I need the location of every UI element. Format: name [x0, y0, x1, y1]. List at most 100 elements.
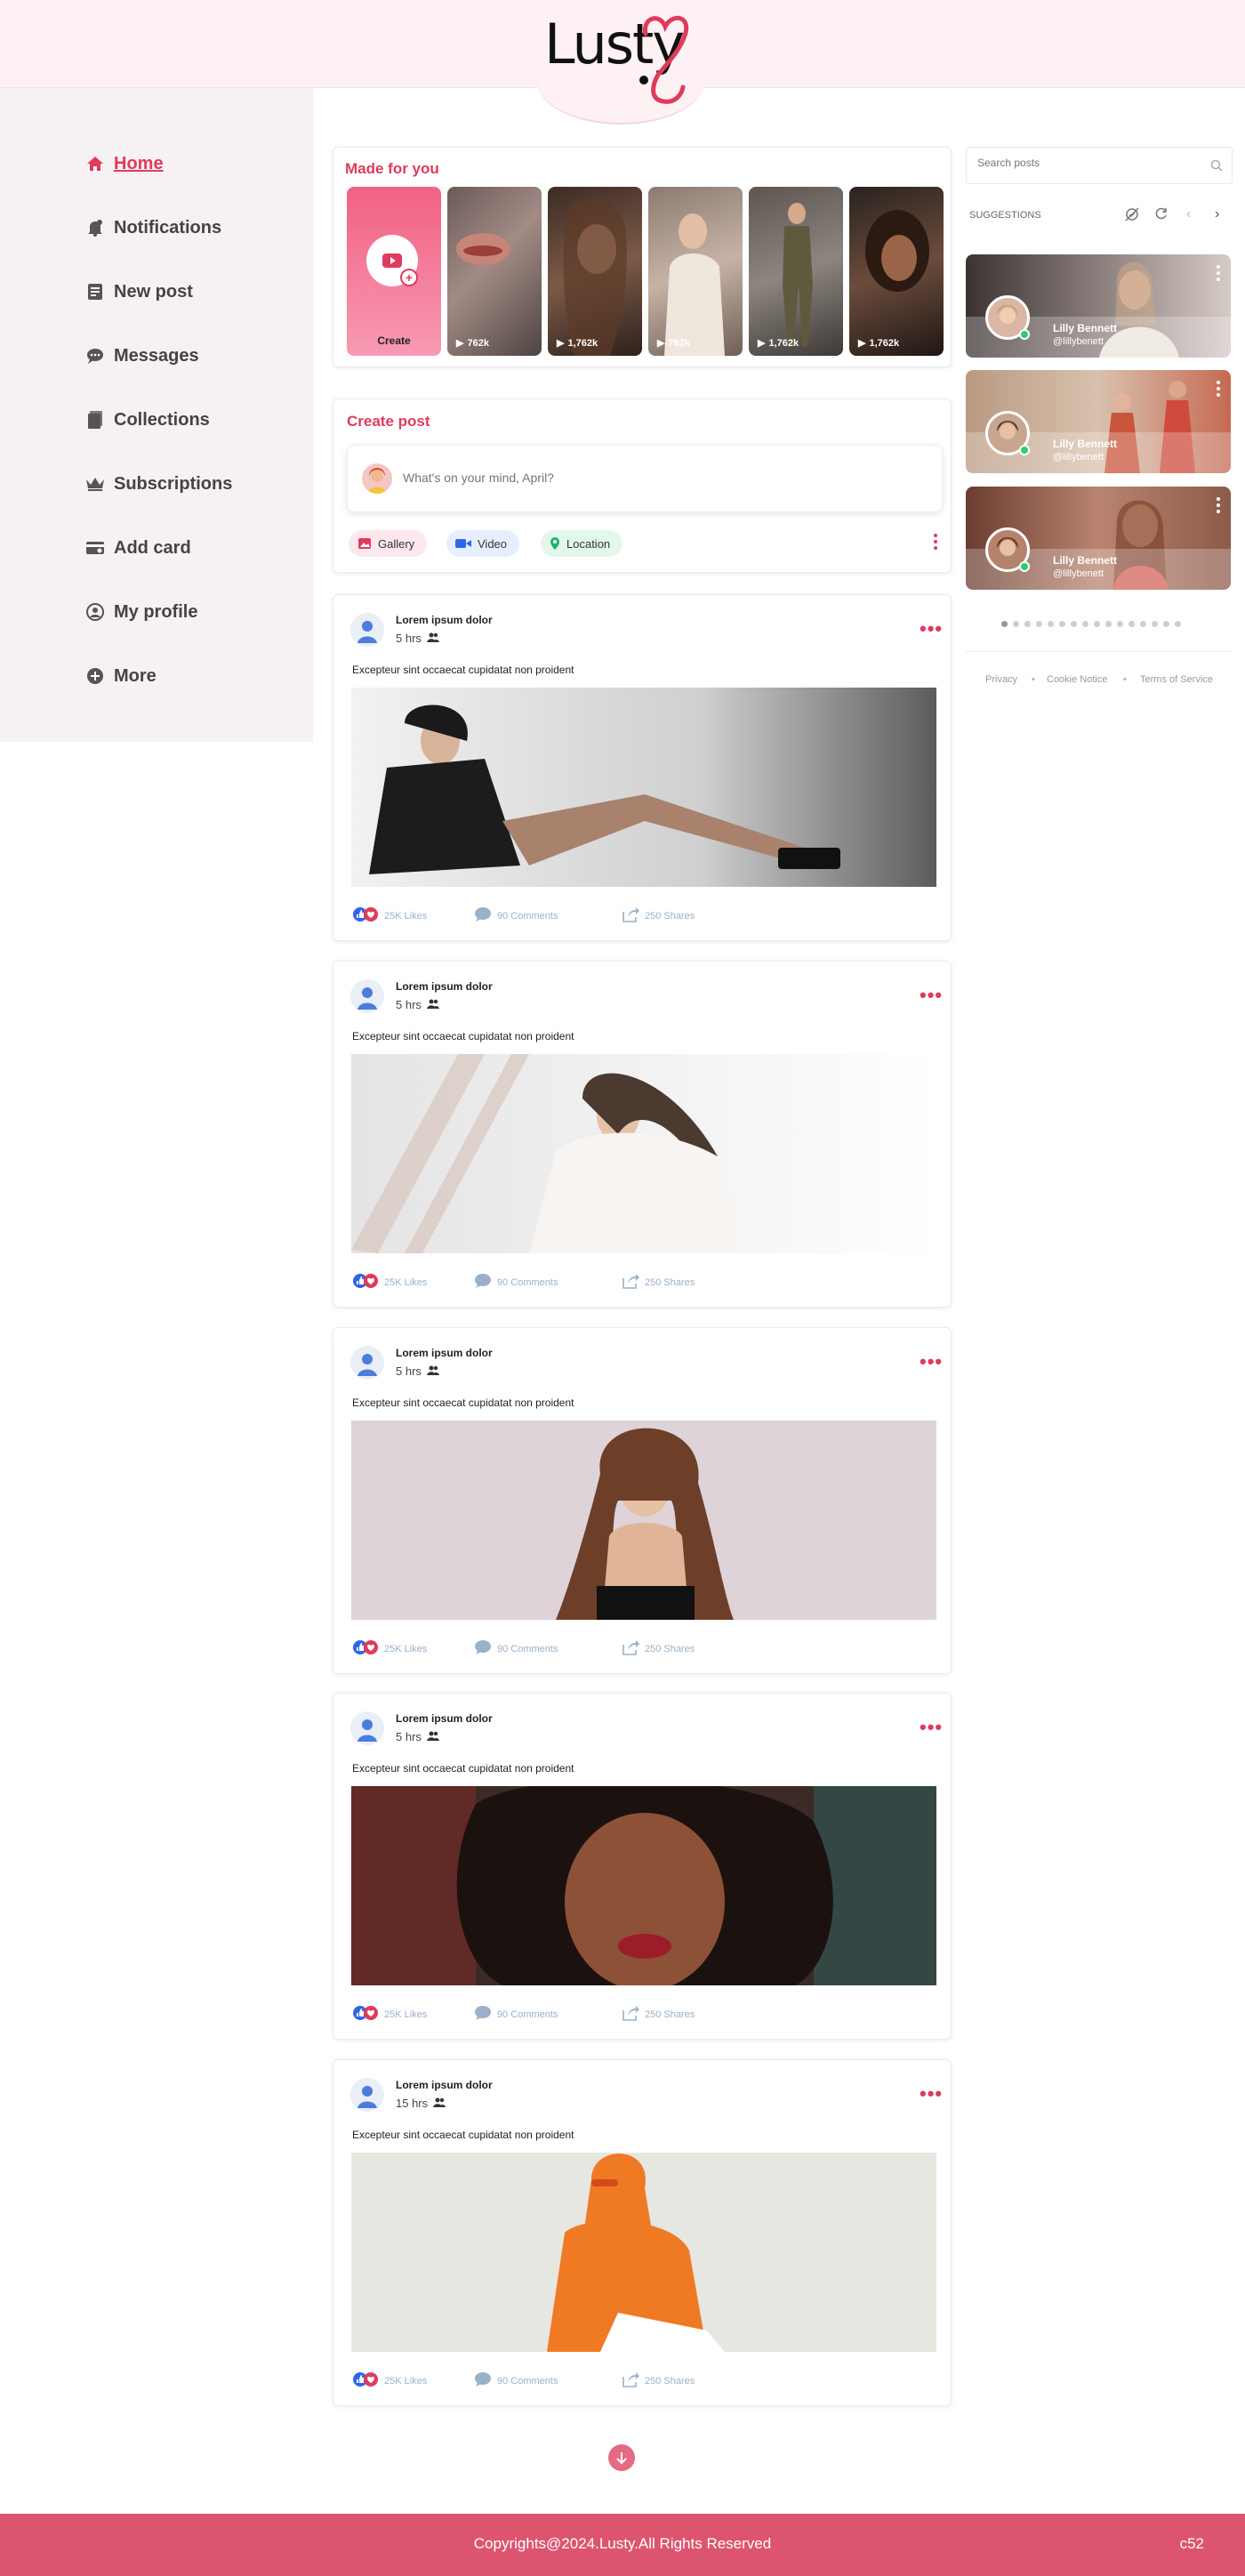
likes-button[interactable]: 25K Likes — [352, 2371, 427, 2390]
shares-button[interactable]: 250 Shares — [622, 906, 695, 925]
suggestion-card[interactable]: Lilly Bennett @lillybenett — [966, 487, 1231, 590]
shares-button[interactable]: 250 Shares — [622, 1639, 695, 1658]
pager-dot[interactable] — [1117, 621, 1123, 627]
like-reaction-icon — [352, 2371, 379, 2390]
chevron-left-icon[interactable]: ‹ — [1186, 206, 1191, 222]
post-menu-icon[interactable]: ••• — [920, 619, 943, 639]
pager-dot[interactable] — [1105, 621, 1112, 627]
terms-link[interactable]: Terms of Service — [1140, 674, 1213, 685]
pager-dot[interactable] — [1036, 621, 1042, 627]
sidebar-item-notifications[interactable]: Notifications — [85, 214, 221, 241]
pager-dot[interactable] — [1163, 621, 1169, 627]
post-author[interactable]: Lorem ipsum dolor — [396, 2079, 493, 2091]
avatar[interactable] — [350, 979, 384, 1013]
share-icon — [622, 1273, 639, 1292]
avatar — [362, 463, 392, 494]
chevron-right-icon[interactable]: › — [1215, 206, 1219, 222]
comments-button[interactable]: 90 Comments — [474, 2005, 558, 2024]
post-image[interactable] — [351, 1786, 936, 1985]
friends-icon — [426, 632, 439, 645]
post-author[interactable]: Lorem ipsum dolor — [396, 614, 493, 626]
pager-dot[interactable] — [1082, 621, 1088, 627]
likes-button[interactable]: 25K Likes — [352, 906, 427, 925]
sidebar-item-collections[interactable]: Collections — [85, 407, 210, 433]
shares-button[interactable]: 250 Shares — [622, 2005, 695, 2024]
sidebar-item-messages[interactable]: Messages — [85, 342, 199, 369]
pager-dot[interactable] — [1059, 621, 1065, 627]
pager-dot[interactable] — [1024, 621, 1031, 627]
sidebar-item-add-card[interactable]: Add card — [85, 535, 191, 561]
location-icon — [550, 536, 560, 551]
sidebar-item-more[interactable]: More — [85, 663, 157, 689]
comments-button[interactable]: 90 Comments — [474, 1273, 558, 1292]
story-item[interactable]: ▶ 762k — [447, 187, 542, 356]
pager-dot[interactable] — [1071, 621, 1077, 627]
hide-icon[interactable] — [1124, 206, 1140, 227]
create-story-label: Create — [377, 334, 411, 347]
story-item[interactable]: ▶ 1,762k — [749, 187, 843, 356]
pager-dot[interactable] — [1152, 621, 1158, 627]
search-input[interactable] — [977, 157, 1200, 169]
suggestion-menu-icon[interactable] — [1217, 265, 1220, 284]
privacy-link[interactable]: Privacy — [985, 674, 1017, 685]
post-image[interactable] — [351, 2153, 936, 2352]
post-menu-icon[interactable]: ••• — [920, 2084, 943, 2104]
sidebar-item-home[interactable]: Home — [85, 150, 164, 177]
comments-button[interactable]: 90 Comments — [474, 1639, 558, 1658]
comment-icon — [474, 1273, 492, 1292]
post-image[interactable] — [351, 688, 936, 887]
post-author[interactable]: Lorem ipsum dolor — [396, 1347, 493, 1359]
post-input[interactable] — [403, 471, 901, 485]
search-box[interactable] — [966, 147, 1233, 184]
scroll-down-button[interactable] — [608, 2444, 635, 2471]
avatar[interactable] — [350, 613, 384, 647]
story-item[interactable]: ▶ 762k — [648, 187, 743, 356]
sidebar-item-new-post[interactable]: New post — [85, 278, 193, 305]
pager-dot[interactable] — [1129, 621, 1135, 627]
post-author[interactable]: Lorem ipsum dolor — [396, 1712, 493, 1725]
suggestion-card[interactable]: Lilly Bennett @lillybenett — [966, 254, 1231, 358]
pager-dot[interactable] — [1094, 621, 1100, 627]
pager-dot[interactable] — [1001, 621, 1008, 627]
suggestion-name: Lilly Bennett — [1053, 322, 1118, 334]
sidebar-item-my-profile[interactable]: My profile — [85, 599, 197, 625]
pager-dot[interactable] — [1013, 621, 1019, 627]
post-image[interactable] — [351, 1054, 936, 1253]
suggestion-menu-icon[interactable] — [1217, 497, 1220, 516]
video-chip[interactable]: Video — [446, 530, 520, 557]
pager-dot[interactable] — [1140, 621, 1146, 627]
friends-icon — [426, 998, 439, 1011]
pager-dot[interactable] — [1048, 621, 1054, 627]
story-item[interactable]: ▶ 1,762k — [849, 187, 944, 356]
search-icon[interactable] — [1210, 159, 1223, 176]
sidebar-item-subscriptions[interactable]: Subscriptions — [85, 471, 232, 497]
likes-button[interactable]: 25K Likes — [352, 1639, 427, 1658]
post-composer[interactable] — [347, 445, 943, 512]
post-menu-icon[interactable]: ••• — [920, 986, 943, 1005]
post-menu-icon[interactable]: ••• — [920, 1718, 943, 1737]
create-post-menu-icon[interactable] — [934, 534, 937, 550]
post-text: Excepteur sint occaecat cupidatat non pr… — [352, 1030, 574, 1042]
pager-dot[interactable] — [1175, 621, 1181, 627]
post-menu-icon[interactable]: ••• — [920, 1352, 943, 1372]
comments-button[interactable]: 90 Comments — [474, 906, 558, 925]
avatar[interactable] — [350, 1711, 384, 1745]
create-story-button[interactable]: + Create — [347, 187, 441, 356]
likes-button[interactable]: 25K Likes — [352, 2005, 427, 2024]
likes-button[interactable]: 25K Likes — [352, 1273, 427, 1292]
post-author[interactable]: Lorem ipsum dolor — [396, 980, 493, 993]
location-chip[interactable]: Location — [541, 530, 623, 557]
story-item[interactable]: ▶ 1,762k — [548, 187, 642, 356]
comments-button[interactable]: 90 Comments — [474, 2371, 558, 2390]
suggestion-card[interactable]: Lilly Bennett @lillybenett — [966, 370, 1231, 473]
avatar[interactable] — [350, 1346, 384, 1380]
refresh-icon[interactable] — [1154, 206, 1169, 225]
avatar[interactable] — [350, 2078, 384, 2112]
gallery-chip[interactable]: Gallery — [349, 530, 428, 557]
suggestion-menu-icon[interactable] — [1217, 381, 1220, 399]
post-image[interactable] — [351, 1421, 936, 1620]
shares-button[interactable]: 250 Shares — [622, 1273, 695, 1292]
cookie-notice-link[interactable]: Cookie Notice — [1047, 674, 1107, 685]
shares-button[interactable]: 250 Shares — [622, 2371, 695, 2390]
youtube-icon — [382, 254, 402, 268]
